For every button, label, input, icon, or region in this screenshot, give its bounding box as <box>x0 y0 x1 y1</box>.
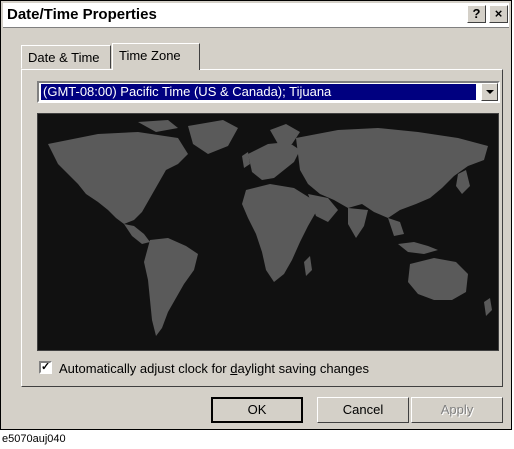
timezone-dropdown[interactable]: (GMT-08:00) Pacific Time (US & Canada); … <box>37 81 500 103</box>
apply-button[interactable]: Apply <box>411 397 503 423</box>
dropdown-arrow-icon[interactable] <box>481 83 498 101</box>
figure-caption: e5070auj040 <box>2 433 66 445</box>
daylight-saving-label[interactable]: Automatically adjust clock for daylight … <box>59 361 369 376</box>
cancel-button[interactable]: Cancel <box>317 397 409 423</box>
title-bar: Date/Time Properties ? × <box>3 3 509 28</box>
daylight-saving-checkbox[interactable]: ✓ <box>39 361 52 374</box>
world-map[interactable] <box>37 113 499 351</box>
help-button[interactable]: ? <box>467 5 486 23</box>
window-title: Date/Time Properties <box>7 6 157 23</box>
tab-time-zone[interactable]: Time Zone <box>112 43 200 70</box>
timezone-selected-value: (GMT-08:00) Pacific Time (US & Canada); … <box>41 84 476 100</box>
daylight-label-pre: Automatically adjust clock for <box>59 361 231 376</box>
daylight-label-post: aylight saving changes <box>237 361 369 376</box>
tab-date-time[interactable]: Date & Time <box>21 45 111 69</box>
ok-button[interactable]: OK <box>211 397 303 423</box>
close-button[interactable]: × <box>489 5 508 23</box>
world-map-icon <box>48 120 492 336</box>
date-time-properties-dialog: Date/Time Properties ? × Date & Time Tim… <box>0 0 512 430</box>
